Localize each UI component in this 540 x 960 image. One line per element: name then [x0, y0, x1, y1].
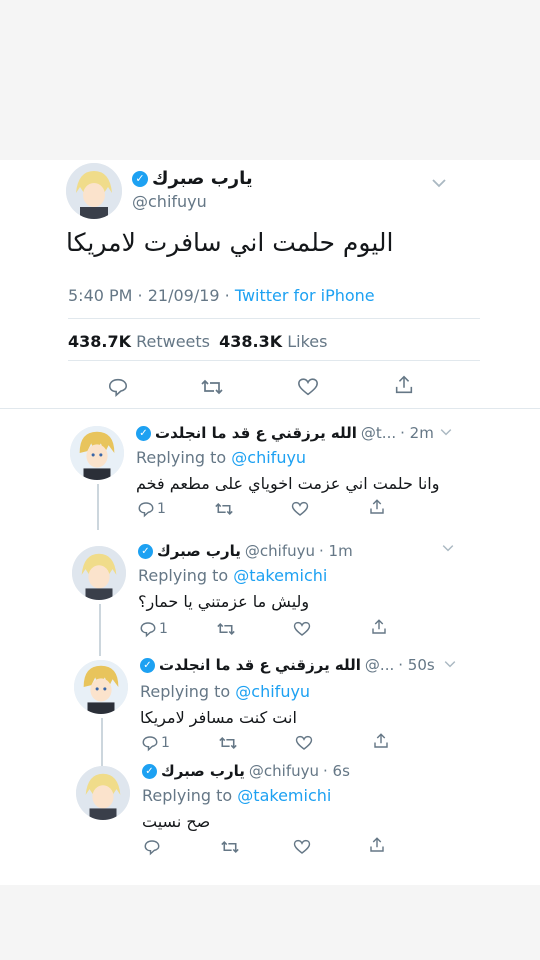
share-icon[interactable] — [372, 732, 390, 750]
reply-icon[interactable]: 1 — [139, 620, 168, 638]
chifuyu-avatar[interactable] — [72, 546, 126, 600]
replying-mention[interactable]: @takemichi — [233, 566, 327, 585]
reply-2-author-name[interactable]: يارب صبرك — [157, 542, 241, 560]
chevron-down-icon[interactable] — [444, 660, 456, 668]
like-icon[interactable] — [297, 376, 319, 398]
reply-1-author-name[interactable]: الله يرزقني ع قد ما انجلدت — [155, 424, 357, 442]
retweet-icon[interactable] — [218, 734, 238, 752]
main-author-name[interactable]: يارب صبرك — [152, 168, 253, 189]
reply-icon[interactable] — [107, 376, 129, 398]
share-icon[interactable] — [393, 374, 415, 396]
chevron-down-icon[interactable] — [440, 428, 452, 436]
like-icon[interactable] — [293, 620, 311, 638]
retweet-icon[interactable] — [200, 376, 224, 398]
tweet-timestamp[interactable]: 5:40 PM · 21/09/19 · — [68, 286, 235, 305]
share-icon[interactable] — [370, 618, 388, 636]
retweet-icon[interactable] — [214, 500, 234, 518]
main-tweet-text: اليوم حلمت اني سافرت لامريكا — [66, 228, 394, 257]
verified-icon: ✓ — [138, 543, 153, 559]
replying-mention[interactable]: @chifuyu — [231, 448, 306, 467]
replying-label: Replying to — [140, 682, 231, 701]
retweet-icon[interactable] — [216, 620, 236, 638]
chifuyu-avatar[interactable] — [66, 163, 122, 219]
replying-label: Replying to — [142, 786, 233, 805]
reply-1-header: ✓ الله يرزقني ع قد ما انجلدت @t... · 2m — [136, 424, 434, 442]
like-icon[interactable] — [293, 838, 311, 856]
reply-icon[interactable]: 1 — [137, 500, 166, 518]
divider — [68, 360, 480, 361]
replying-label: Replying to — [138, 566, 229, 585]
thread-connector — [97, 484, 99, 530]
reply-3-time[interactable]: · 50s — [398, 656, 434, 674]
reply-2-replying-to: Replying to @takemichi — [138, 566, 327, 585]
reply-4-replying-to: Replying to @takemichi — [142, 786, 331, 805]
verified-icon: ✓ — [140, 657, 155, 673]
reply-count: 1 — [157, 501, 166, 517]
tweet-meta: 5:40 PM · 21/09/19 · Twitter for iPhone — [68, 286, 375, 305]
reply-count: 1 — [159, 621, 168, 637]
chevron-down-icon[interactable] — [442, 544, 454, 552]
verified-icon: ✓ — [132, 170, 148, 187]
takemichi-avatar[interactable] — [70, 426, 124, 480]
replying-mention[interactable]: @takemichi — [237, 786, 331, 805]
reply-4-text: صح نسيت — [142, 812, 211, 831]
reply-1-text: وانا حلمت اني عزمت اخوياي على مطعم فخم — [136, 474, 440, 493]
reply-4-handle[interactable]: @chifuyu — [249, 762, 319, 780]
like-icon[interactable] — [291, 500, 309, 518]
likes-label[interactable]: Likes — [287, 332, 327, 351]
reply-4-author-name[interactable]: يارب صبرك — [161, 762, 245, 780]
reply-2-text: وليش ما عزمتني يا حمار؟ — [138, 592, 310, 611]
reply-1-handle[interactable]: @t... — [361, 424, 396, 442]
replying-mention[interactable]: @chifuyu — [235, 682, 310, 701]
reply-3-replying-to: Replying to @chifuyu — [140, 682, 310, 701]
main-author-handle[interactable]: @chifuyu — [132, 192, 207, 211]
reply-4-time[interactable]: · 6s — [323, 762, 350, 780]
reply-icon[interactable]: 1 — [141, 734, 170, 752]
reply-count: 1 — [161, 735, 170, 751]
reply-1-time[interactable]: · 2m — [400, 424, 434, 442]
main-tweet-header: ✓ يارب صبرك — [132, 168, 253, 189]
reply-2-time[interactable]: · 1m — [319, 542, 353, 560]
reply-3-text: انت كنت مسافر لامريكا — [140, 708, 297, 727]
reply-4-header: ✓ يارب صبرك @chifuyu · 6s — [142, 762, 350, 780]
tweet-source[interactable]: Twitter for iPhone — [235, 286, 375, 305]
reply-3-header: ✓ الله يرزقني ع قد ما انجلدت @... · 50s — [140, 656, 435, 674]
share-icon[interactable] — [368, 836, 386, 854]
reply-icon[interactable] — [143, 838, 163, 856]
thread-connector — [99, 604, 101, 656]
verified-icon: ✓ — [136, 425, 151, 441]
retweets-count[interactable]: 438.7K — [68, 332, 131, 351]
tweet-stats: 438.7K Retweets 438.3K Likes — [68, 332, 327, 351]
reply-1-replying-to: Replying to @chifuyu — [136, 448, 306, 467]
share-icon[interactable] — [368, 498, 386, 516]
thread-connector — [101, 718, 103, 766]
like-icon[interactable] — [295, 734, 313, 752]
takemichi-avatar[interactable] — [74, 660, 128, 714]
reply-2-handle[interactable]: @chifuyu — [245, 542, 315, 560]
replying-label: Replying to — [136, 448, 227, 467]
divider — [68, 318, 480, 319]
chevron-down-icon[interactable] — [432, 178, 446, 188]
chifuyu-avatar[interactable] — [76, 766, 130, 820]
verified-icon: ✓ — [142, 763, 157, 779]
reply-3-handle[interactable]: @... — [365, 656, 394, 674]
likes-count[interactable]: 438.3K — [219, 332, 282, 351]
retweet-icon[interactable] — [220, 838, 240, 856]
reply-3-author-name[interactable]: الله يرزقني ع قد ما انجلدت — [159, 656, 361, 674]
reply-2-header: ✓ يارب صبرك @chifuyu · 1m — [138, 542, 353, 560]
divider — [0, 408, 540, 409]
retweets-label[interactable]: Retweets — [136, 332, 210, 351]
